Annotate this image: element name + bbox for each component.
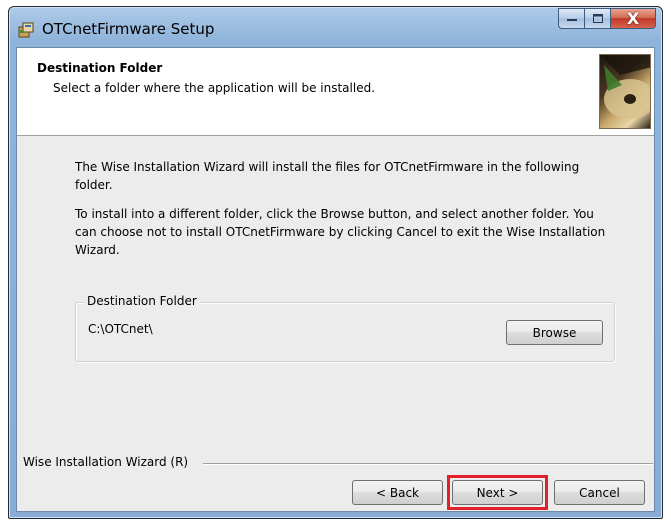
page-subtitle: Select a folder where the application wi… [53,81,376,95]
maximize-button[interactable] [584,8,610,29]
next-button[interactable]: Next > [452,480,543,505]
wizard-client-area: Destination Folder Select a folder where… [16,47,655,512]
caption-buttons: X [558,8,656,29]
minimize-icon [566,18,577,21]
setup-package-icon [18,21,36,39]
minimize-button[interactable] [558,8,584,29]
browse-button[interactable]: Browse [506,320,603,345]
maximize-icon [592,14,603,23]
close-icon: X [626,9,640,28]
footer-divider [203,463,653,465]
destination-path: C:\OTCnet\ [88,322,153,336]
destination-group-label: Destination Folder [84,294,200,308]
instructions-paragraph: To install into a different folder, clic… [75,207,606,257]
installer-cd-graphic [599,54,651,129]
back-button[interactable]: < Back [352,480,443,505]
window-title: OTCnetFirmware Setup [42,20,215,38]
page-title: Destination Folder [37,61,163,75]
title-bar[interactable]: OTCnetFirmware Setup X [9,7,662,47]
intro-paragraph: The Wise Installation Wizard will instal… [75,160,580,192]
cancel-button[interactable]: Cancel [554,480,645,505]
header-banner: Destination Folder Select a folder where… [17,48,654,136]
setup-window: OTCnetFirmware Setup X Destination Folde… [8,6,663,519]
wizard-brand-label: Wise Installation Wizard (R) [23,455,189,469]
destination-folder-group: Destination Folder C:\OTCnet\ Browse [75,294,615,362]
close-button[interactable]: X [610,8,656,29]
